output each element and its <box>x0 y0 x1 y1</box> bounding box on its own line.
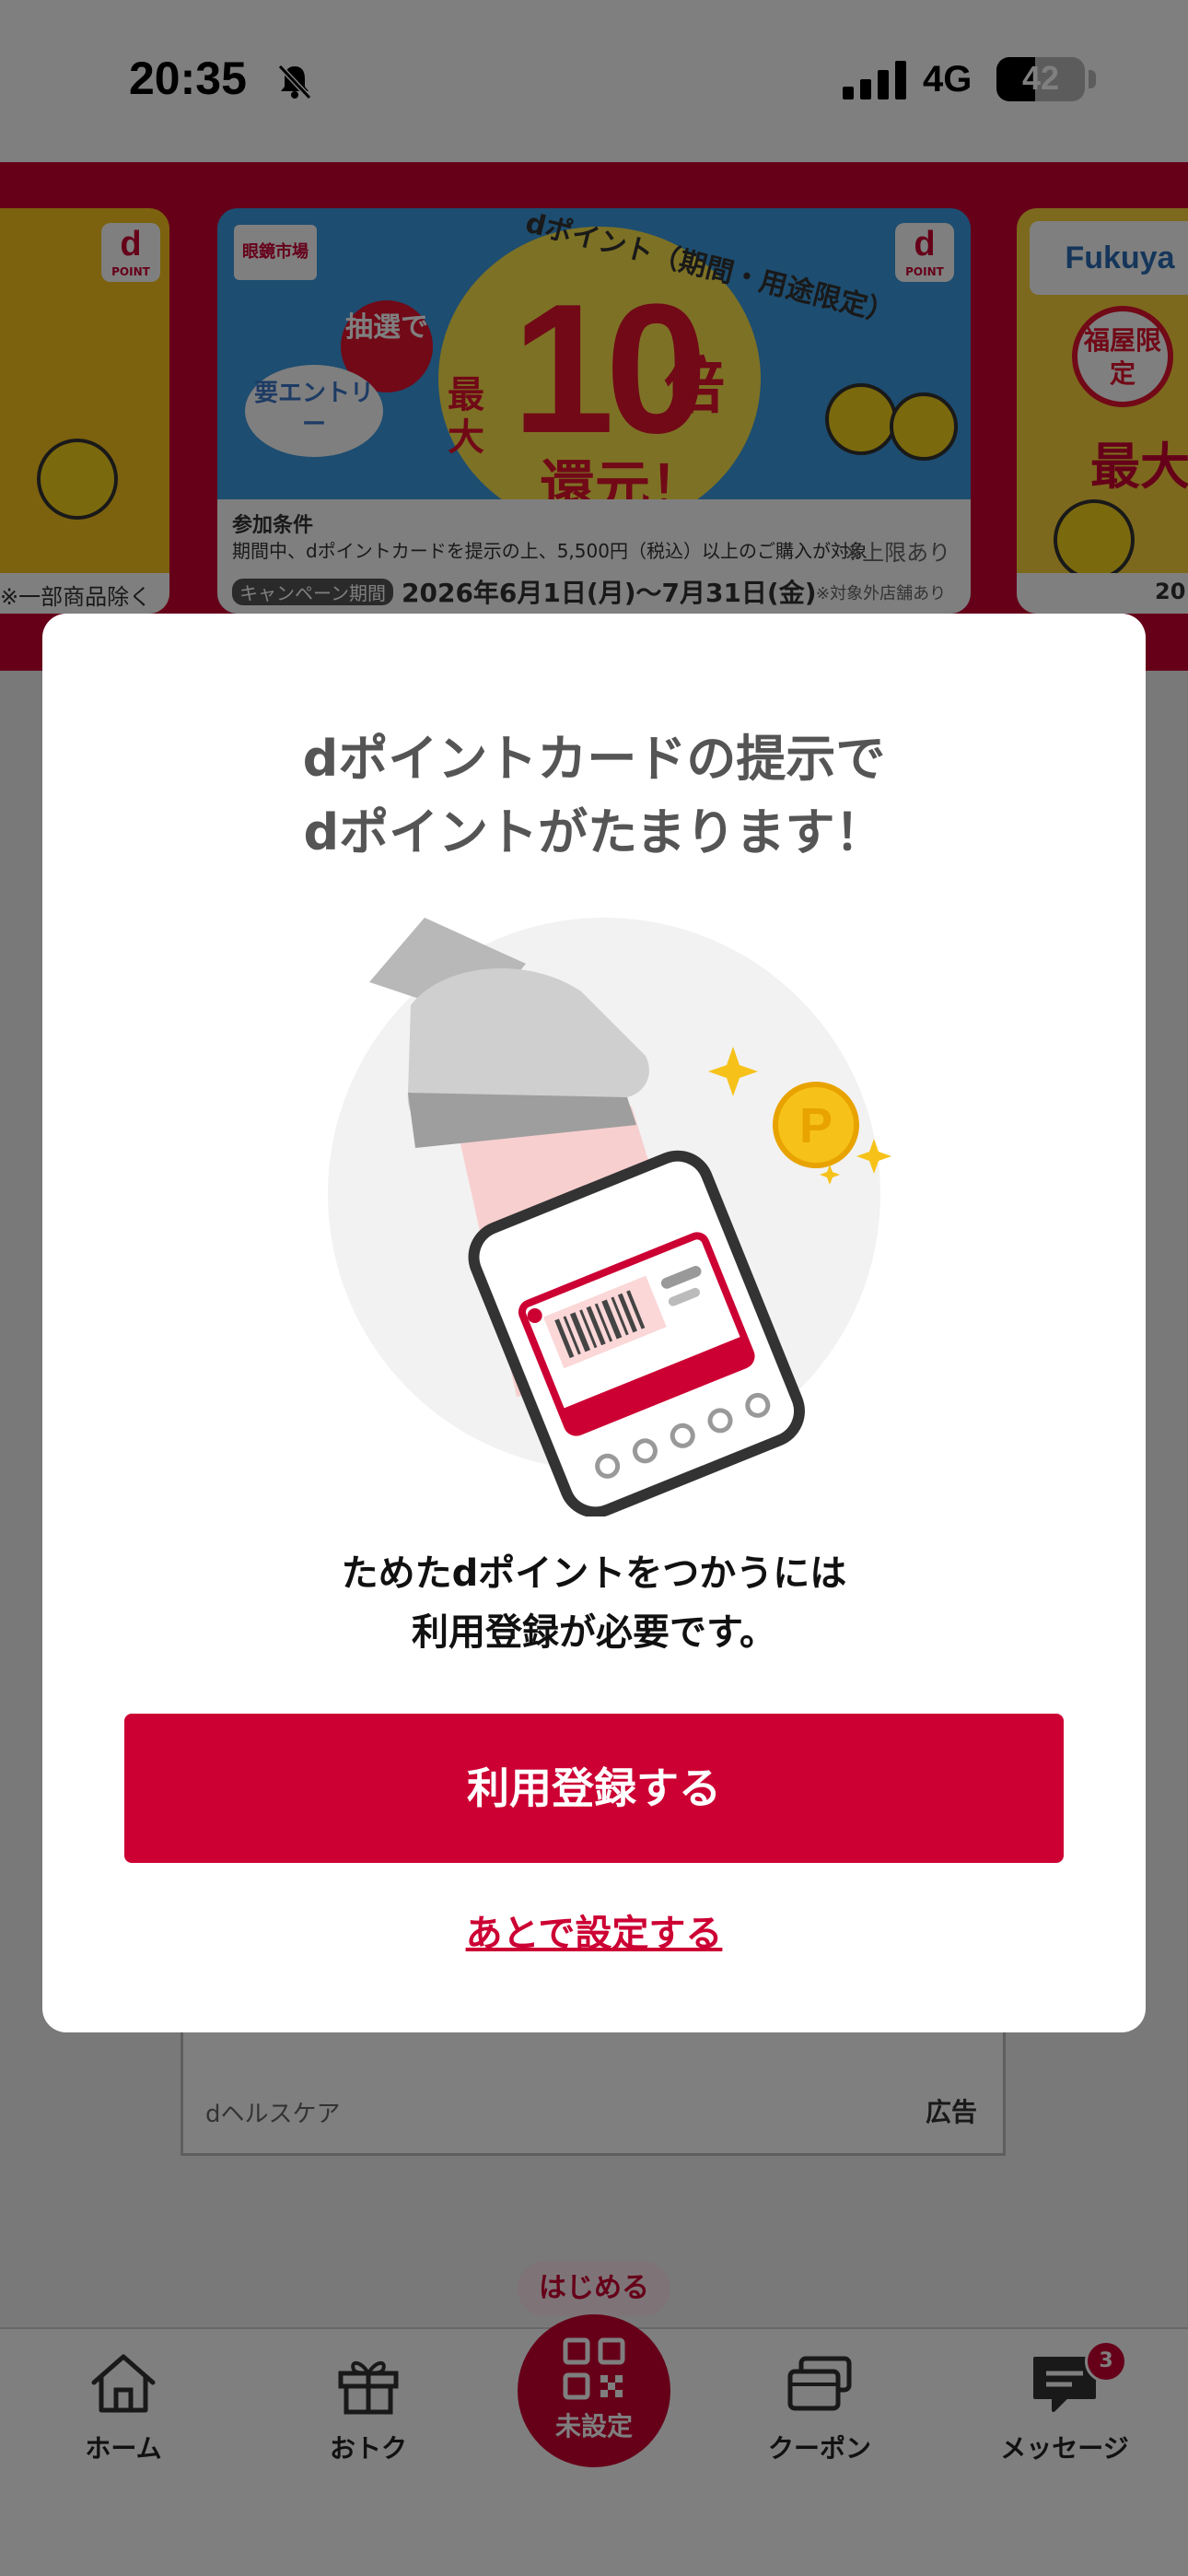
modal-description: ためたdポイントをつかうには 利用登録が必要です。 <box>42 1544 1146 1662</box>
screen: 20:35 4G 42 dPOINT ※一部商品除く 眼鏡市 <box>0 0 1188 2576</box>
card-scan-illustration: P <box>328 918 891 1516</box>
modal-desc-line1: ためたdポイントをつかうには <box>341 1552 847 1595</box>
modal-title: dポイントカードの提示で dポイントがたまります！ <box>42 722 1146 870</box>
modal-desc-line2: 利用登録が必要です。 <box>412 1611 776 1654</box>
later-link[interactable]: あとで設定する <box>42 1903 1146 1957</box>
svg-text:P: P <box>799 1098 833 1153</box>
modal-title-line1: dポイントカードの提示で <box>302 730 886 788</box>
register-button[interactable]: 利用登録する <box>124 1714 1064 1863</box>
dpoint-register-modal: dポイントカードの提示で dポイントがたまります！ P ためたdポイントをつかう… <box>42 614 1146 2032</box>
modal-title-line2: dポイントがたまります！ <box>303 803 885 861</box>
